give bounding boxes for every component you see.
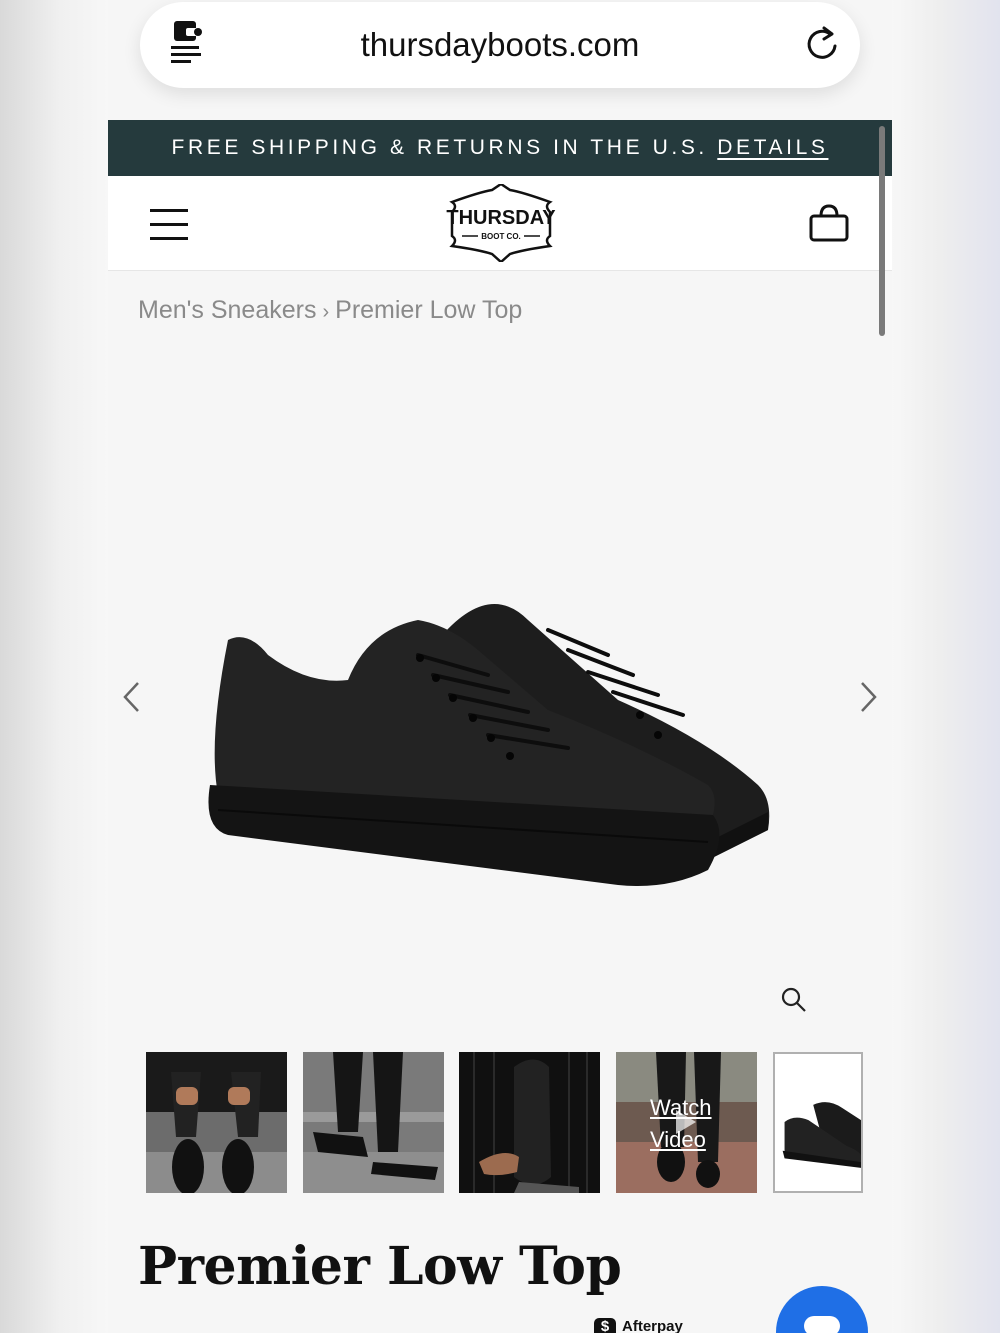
site-header: THURSDAY BOOT CO.	[108, 176, 892, 271]
url-text[interactable]: thursdayboots.com	[140, 26, 860, 64]
product-image	[208, 604, 770, 886]
afterpay-label: Afterpay	[622, 1318, 683, 1333]
afterpay-badge: $	[594, 1318, 616, 1333]
thumbnail-5-selected[interactable]	[773, 1052, 863, 1193]
scrollbar[interactable]	[879, 126, 885, 336]
mobile-page: thursdayboots.com FREE SHIPPING & RETURN…	[108, 0, 892, 1333]
breadcrumb: Men's Sneakers › Premier Low Top	[138, 296, 522, 325]
breadcrumb-current: Premier Low Top	[335, 296, 523, 324]
thumbnail-2[interactable]	[303, 1052, 444, 1193]
watch-video-label[interactable]: Watch Video	[650, 1092, 712, 1156]
thumbnail-1[interactable]	[146, 1052, 287, 1193]
browser-chrome: thursdayboots.com	[108, 0, 892, 120]
product-title: Premier Low Top	[138, 1236, 622, 1297]
chevron-left-icon[interactable]	[120, 680, 142, 714]
watch-text: Watch	[650, 1095, 712, 1120]
promo-banner: FREE SHIPPING & RETURNS IN THE U.S. DETA…	[108, 120, 892, 176]
logo-main-text: THURSDAY	[446, 207, 556, 229]
brand-logo[interactable]: THURSDAY BOOT CO.	[440, 184, 562, 262]
chat-bubble-icon	[804, 1316, 840, 1333]
reload-icon[interactable]	[804, 24, 842, 64]
logo-sub-text: BOOT CO.	[481, 232, 521, 241]
shopping-bag-icon[interactable]	[808, 202, 850, 244]
chat-button[interactable]	[776, 1286, 868, 1333]
hamburger-menu-icon[interactable]	[150, 209, 190, 241]
promo-text: FREE SHIPPING & RETURNS IN THE U.S.	[171, 136, 708, 159]
afterpay-note[interactable]: $ Afterpay	[594, 1318, 683, 1333]
address-bar[interactable]: thursdayboots.com	[140, 2, 860, 88]
details-link[interactable]: DETAILS	[717, 136, 828, 159]
video-thumbnail[interactable]: Watch Video	[616, 1052, 757, 1193]
chevron-right-icon[interactable]	[858, 680, 880, 714]
breadcrumb-parent[interactable]: Men's Sneakers	[138, 296, 316, 324]
thumbnail-strip: Watch Video	[146, 1052, 866, 1194]
thumbnail-3[interactable]	[459, 1052, 600, 1193]
breadcrumb-separator: ›	[322, 301, 330, 323]
video-text: Video	[650, 1127, 706, 1152]
zoom-icon[interactable]	[780, 986, 808, 1014]
